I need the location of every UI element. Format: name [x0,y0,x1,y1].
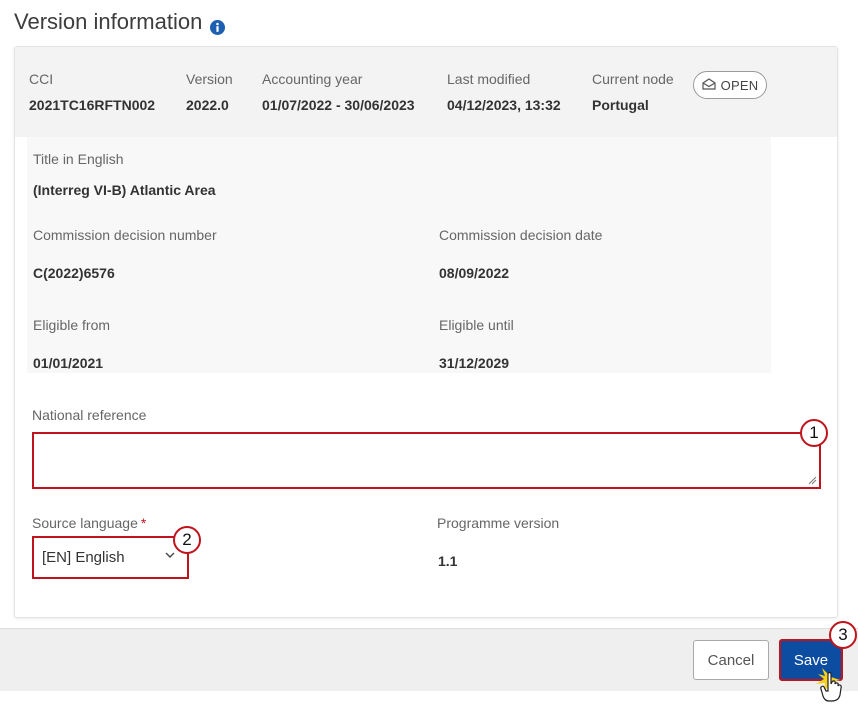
cci-label: CCI [29,71,54,87]
eligible-until-value: 31/12/2029 [439,355,510,371]
decision-date-value: 08/09/2022 [439,265,510,281]
current-node-field: Current node Portugal [592,71,674,113]
page-title-text: Version information [14,9,203,34]
last-modified-field: Last modified 04/12/2023, 13:32 [447,71,561,113]
version-value: 2022.0 [186,97,229,113]
title-value: (Interreg VI-B) Atlantic Area [33,182,216,198]
decision-number-label: Commission decision number [33,227,217,243]
callout-2: 2 [173,526,201,554]
decision-date-label: Commission decision date [439,227,603,243]
programme-details: Title in English (Interreg VI-B) Atlanti… [27,137,771,373]
status-open-button[interactable]: OPEN [693,71,767,99]
current-node-value: Portugal [592,97,649,113]
last-modified-value: 04/12/2023, 13:32 [447,97,561,113]
accounting-year-value: 01/07/2022 - 30/06/2023 [262,97,415,113]
eligible-from-label: Eligible from [33,317,111,333]
accounting-year-label: Accounting year [262,71,363,87]
hand-pointer-icon [816,668,842,702]
info-icon[interactable] [210,15,226,35]
accounting-year-field: Accounting year 01/07/2022 - 30/06/2023 [262,71,415,113]
required-mark: * [140,515,147,531]
status-open-label: OPEN [720,77,759,93]
programme-version-value: 1.1 [438,553,458,569]
last-modified-label: Last modified [447,71,531,87]
callout-1: 1 [800,419,828,447]
eligible-until-label: Eligible until [439,317,514,333]
national-reference-input[interactable] [32,432,821,489]
chevron-down-icon [165,552,175,558]
version-label: Version [186,71,233,87]
resize-grip-icon[interactable] [808,476,817,485]
cci-value: 2021TC16RFTN002 [29,97,156,113]
eligible-from-value: 01/01/2021 [33,355,104,371]
current-node-label: Current node [592,71,674,87]
cancel-button[interactable]: Cancel [693,640,769,680]
decision-number-value: C(2022)6576 [33,265,115,281]
version-info-card: CCI 2021TC16RFTN002 Version 2022.0 Accou… [14,46,838,618]
source-language-label: Source language * [32,515,146,531]
cci-field: CCI 2021TC16RFTN002 [29,71,155,113]
page-title: Version information [14,9,226,35]
summary-header: CCI 2021TC16RFTN002 Version 2022.0 Accou… [15,47,837,137]
programme-version-label: Programme version [437,515,560,531]
source-language-label-text: Source language [32,515,138,531]
national-reference-label: National reference [32,407,147,423]
version-field: Version 2022.0 [186,71,233,113]
title-label: Title in English [33,151,124,167]
footer-bar: Cancel Save [0,628,858,691]
source-language-select[interactable]: [EN] English [32,536,189,579]
envelope-open-icon [702,77,721,93]
source-language-value: [EN] English [42,549,125,566]
callout-3: 3 [829,621,857,649]
